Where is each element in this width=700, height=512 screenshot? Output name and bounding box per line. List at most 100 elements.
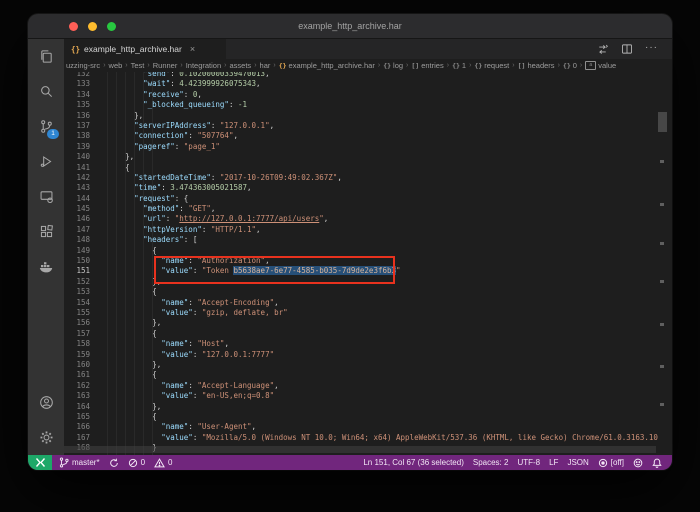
code-line-149[interactable]: 149 {	[64, 246, 658, 256]
code-line-162[interactable]: 162 "name": "Accept-Language",	[64, 381, 658, 391]
activity-bar-explorer-icon[interactable]	[28, 39, 64, 74]
status-indentation[interactable]: Spaces: 2	[473, 458, 509, 467]
breadcrumb-item-integration[interactable]: Integration	[186, 61, 221, 70]
code-line-164[interactable]: 164 },	[64, 402, 658, 412]
status-encoding[interactable]: UTF-8	[517, 458, 540, 467]
code-line-150[interactable]: 150 "name": "Authorization",	[64, 256, 658, 266]
tab-example-http-archive[interactable]: {} example_http_archive.har ×	[64, 39, 226, 59]
line-number: 141	[64, 163, 90, 173]
code-line-153[interactable]: 153 {	[64, 287, 658, 297]
object-symbol-icon: {}	[383, 62, 391, 70]
activity-bar-source-control-icon[interactable]: 1	[28, 109, 64, 144]
status-screencast-mode[interactable]: [off]	[598, 458, 624, 468]
open-changes-icon[interactable]	[596, 43, 609, 56]
code-line-166[interactable]: 166 "name": "User-Agent",	[64, 422, 658, 432]
breadcrumb-item-entries[interactable]: []entries	[411, 61, 443, 70]
code-line-163[interactable]: 163 "value": "en-US,en;q=0.8"	[64, 391, 658, 401]
breadcrumb-item-example-http-archive-har[interactable]: {}example_http_archive.har	[279, 61, 375, 70]
breadcrumb-separator: ›	[558, 62, 560, 69]
horizontal-scrollbar[interactable]	[64, 446, 656, 453]
status-warnings[interactable]: 0	[154, 458, 172, 468]
breadcrumb-item-log[interactable]: {}log	[383, 61, 403, 70]
breadcrumb-item-0[interactable]: {}0	[563, 61, 577, 70]
code-line-154[interactable]: 154 "name": "Accept-Encoding",	[64, 298, 658, 308]
code-line-165[interactable]: 165 {	[64, 412, 658, 422]
code-line-157[interactable]: 157 {	[64, 329, 658, 339]
breadcrumb-item-web[interactable]: web	[109, 61, 123, 70]
line-number: 137	[64, 121, 90, 131]
breadcrumb-item-runner[interactable]: Runner	[153, 61, 178, 70]
array-symbol-icon: []	[411, 62, 419, 70]
code-line-147[interactable]: 147 "httpVersion": "HTTP/1.1",	[64, 225, 658, 235]
code-line-137[interactable]: 137 "serverIPAddress": "127.0.0.1",	[64, 121, 658, 131]
more-actions-icon[interactable]: ···	[645, 42, 658, 53]
split-editor-icon[interactable]	[621, 43, 633, 55]
activity-bar-accounts-icon[interactable]	[28, 385, 64, 420]
activity-bar-run-debug-icon[interactable]	[28, 144, 64, 179]
breadcrumb-item-1[interactable]: {}1	[452, 61, 466, 70]
code-line-148[interactable]: 148 "headers": [	[64, 235, 658, 245]
breadcrumb-item-test[interactable]: Test	[131, 61, 145, 70]
status-language-mode[interactable]: JSON	[567, 458, 588, 467]
code-line-159[interactable]: 159 "value": "127.0.0.1:7777"	[64, 350, 658, 360]
line-number: 139	[64, 142, 90, 152]
code-line-161[interactable]: 161 {	[64, 370, 658, 380]
activity-bar-docker-icon[interactable]	[28, 249, 64, 284]
object-symbol-icon: {}	[563, 62, 571, 70]
code-line-135[interactable]: 135 "_blocked_queueing": -1	[64, 100, 658, 110]
breadcrumb-separator: ›	[580, 62, 582, 69]
code-line-160[interactable]: 160 },	[64, 360, 658, 370]
tab-actions: ···	[596, 39, 672, 59]
breadcrumb-item-value[interactable]: avalue	[585, 61, 616, 70]
code-line-141[interactable]: 141 {	[64, 163, 658, 173]
activity-bar-extensions-icon[interactable]	[28, 214, 64, 249]
tab-close-icon[interactable]: ×	[190, 44, 195, 54]
remote-indicator[interactable]	[28, 455, 52, 470]
code-line-152[interactable]: 152 },	[64, 277, 658, 287]
status-sync[interactable]	[109, 458, 119, 468]
overview-ruler-mark	[660, 403, 664, 406]
editor-code-area[interactable]: 132 "send": 0.10200000339470013,133 "wai…	[64, 69, 658, 455]
breadcrumb-separator: ›	[224, 62, 226, 69]
code-line-140[interactable]: 140 },	[64, 152, 658, 162]
code-line-155[interactable]: 155 "value": "gzip, deflate, br"	[64, 308, 658, 318]
status-feedback[interactable]	[633, 458, 643, 468]
code-line-134[interactable]: 134 "receive": 0,	[64, 90, 658, 100]
vertical-scrollbar[interactable]	[658, 112, 667, 132]
code-line-138[interactable]: 138 "connection": "507764",	[64, 131, 658, 141]
line-number: 150	[64, 256, 90, 266]
code-line-144[interactable]: 144 "request": {	[64, 194, 658, 204]
line-number: 143	[64, 183, 90, 193]
status-eol[interactable]: LF	[549, 458, 558, 467]
code-line-133[interactable]: 133 "wait": 4.423999926075343,	[64, 79, 658, 89]
status-cursor-position[interactable]: Ln 151, Col 67 (36 selected)	[363, 458, 464, 467]
status-errors[interactable]: 0	[128, 458, 145, 468]
breadcrumb-item-headers[interactable]: []headers	[518, 61, 555, 70]
breadcrumb-item-request[interactable]: {}request	[474, 61, 509, 70]
line-number: 136	[64, 111, 90, 121]
code-line-167[interactable]: 167 "value": "Mozilla/5.0 (Windows NT 10…	[64, 433, 658, 443]
code-line-158[interactable]: 158 "name": "Host",	[64, 339, 658, 349]
title-bar[interactable]: example_http_archive.har	[28, 14, 672, 39]
code-line-143[interactable]: 143 "time": 3.474363005021587,	[64, 183, 658, 193]
code-line-142[interactable]: 142 "startedDateTime": "2017-10-26T09:49…	[64, 173, 658, 183]
code-line-139[interactable]: 139 "pageref": "page_1"	[64, 142, 658, 152]
code-line-146[interactable]: 146 "url": "http://127.0.0.1:7777/api/us…	[64, 214, 658, 224]
code-line-156[interactable]: 156 },	[64, 318, 658, 328]
activity-bar-settings-icon[interactable]	[28, 420, 64, 455]
code-line-151[interactable]: 151 "value": "Token b5638ae7-6e77-4585-b…	[64, 266, 658, 276]
breadcrumb-separator: ›	[378, 62, 380, 69]
breadcrumb-separator: ›	[147, 62, 149, 69]
line-number: 149	[64, 246, 90, 256]
breadcrumb-item-har[interactable]: har	[260, 61, 271, 70]
breadcrumb-item-uzzing-src[interactable]: uzzing-src	[66, 61, 100, 70]
line-number: 162	[64, 381, 90, 391]
status-notifications[interactable]	[652, 458, 662, 468]
activity-bar-remote-explorer-icon[interactable]	[28, 179, 64, 214]
array-symbol-icon: []	[518, 62, 526, 70]
breadcrumb-item-assets[interactable]: assets	[230, 61, 252, 70]
code-line-136[interactable]: 136 },	[64, 111, 658, 121]
status-git-branch[interactable]: master*	[59, 457, 100, 468]
activity-bar-search-icon[interactable]	[28, 74, 64, 109]
code-line-145[interactable]: 145 "method": "GET",	[64, 204, 658, 214]
